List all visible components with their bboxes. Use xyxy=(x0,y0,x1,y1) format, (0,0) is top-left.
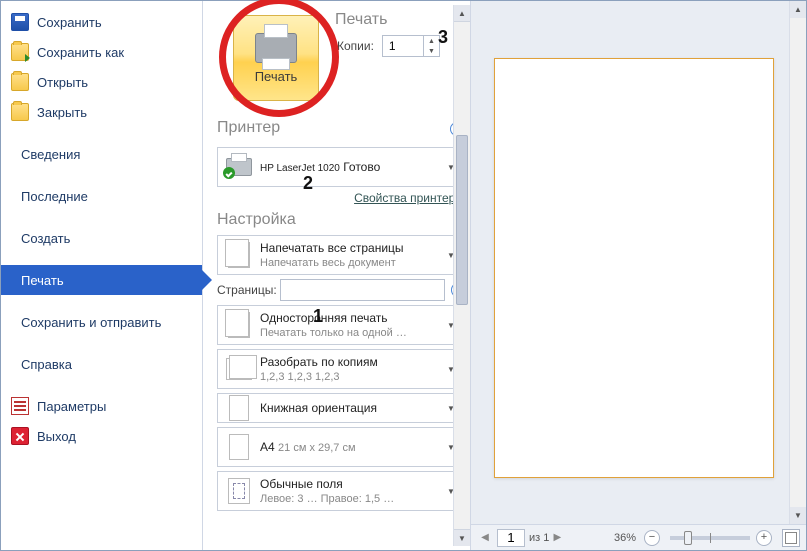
copies-row: Копии: ▲ ▼ xyxy=(337,35,464,57)
nav-open-label: Открыть xyxy=(37,75,88,90)
printer-properties-link[interactable]: Свойства принтера xyxy=(217,191,462,205)
paper-size-dropdown[interactable]: A4 21 см x 29,7 см ▼ xyxy=(217,427,464,467)
open-icon xyxy=(11,73,29,91)
preview-scrollbar[interactable]: ▲ ▼ xyxy=(789,1,806,524)
margins-dropdown[interactable]: Обычные поля Левое: 3 … Правое: 1,5 … ▼ xyxy=(217,471,464,511)
nav-save-as-label: Сохранить как xyxy=(37,45,124,60)
nav-save[interactable]: Сохранить xyxy=(1,7,202,37)
scroll-up-icon[interactable]: ▲ xyxy=(790,1,806,18)
collate-sub: 1,2,3 1,2,3 1,2,3 xyxy=(260,371,340,383)
settings-header: Настройка xyxy=(217,211,464,229)
settings-scrollbar[interactable]: ▲ ▼ xyxy=(453,5,470,546)
copies-up-icon[interactable]: ▲ xyxy=(424,36,439,46)
page-number-input[interactable] xyxy=(497,529,525,547)
copies-spinner[interactable]: ▲ ▼ xyxy=(382,35,440,57)
nav-save-as[interactable]: Сохранить как xyxy=(1,37,202,67)
zoom-label: 36% xyxy=(614,532,636,544)
orientation-dropdown[interactable]: Книжная ориентация ▼ xyxy=(217,393,464,423)
print-button[interactable]: Печать xyxy=(233,15,319,101)
preview-panel: ▲ ▼ ◀ из 1 ▶ 36% − + xyxy=(471,1,806,550)
slider-knob[interactable] xyxy=(684,531,692,545)
printer-icon xyxy=(255,33,297,63)
pages-label: Страницы: xyxy=(217,283,280,297)
next-page-icon[interactable]: ▶ xyxy=(549,530,565,546)
print-range-dropdown[interactable]: Напечатать все страницы Напечатать весь … xyxy=(217,235,464,275)
fit-to-window-button[interactable] xyxy=(782,529,800,547)
printer-name: HP LaserJet 1020 xyxy=(260,163,340,174)
margins-title: Обычные поля xyxy=(260,477,343,491)
collate-dropdown[interactable]: Разобрать по копиям 1,2,3 1,2,3 1,2,3 ▼ xyxy=(217,349,464,389)
printer-header: Принтер xyxy=(217,119,280,137)
nav-open[interactable]: Открыть xyxy=(1,67,202,97)
page-icon xyxy=(224,310,254,340)
close-icon xyxy=(11,103,29,121)
nav-info[interactable]: Сведения xyxy=(1,139,202,169)
print-range-sub: Напечатать весь документ xyxy=(260,257,396,269)
printer-dropdown[interactable]: HP LaserJet 1020 Готово ▼ xyxy=(217,147,464,187)
nav-options[interactable]: Параметры xyxy=(1,391,202,421)
nav-new[interactable]: Создать xyxy=(1,223,202,253)
sides-dropdown[interactable]: Односторонняя печать Печатать только на … xyxy=(217,305,464,345)
copies-label: Копии: xyxy=(337,39,374,53)
copies-input[interactable] xyxy=(383,36,423,56)
printer-status-icon xyxy=(224,152,254,182)
pages-icon xyxy=(224,240,254,270)
collate-icon xyxy=(224,354,254,384)
nav-exit[interactable]: Выход xyxy=(1,421,202,451)
page-of-label: из 1 xyxy=(529,532,549,544)
save-as-icon xyxy=(11,43,29,61)
pages-input[interactable] xyxy=(280,279,445,301)
left-nav: Сохранить Сохранить как Открыть Закрыть … xyxy=(1,1,203,550)
collate-title: Разобрать по копиям xyxy=(260,355,378,369)
nav-options-label: Параметры xyxy=(37,399,106,414)
print-button-label: Печать xyxy=(255,69,298,84)
backstage-root: Сохранить Сохранить как Открыть Закрыть … xyxy=(0,0,807,551)
zoom-in-button[interactable]: + xyxy=(756,530,772,546)
nav-close-label: Закрыть xyxy=(37,105,87,120)
orientation-icon xyxy=(224,393,254,423)
orientation-title: Книжная ориентация xyxy=(260,401,377,415)
preview-canvas xyxy=(471,1,806,524)
zoom-slider[interactable] xyxy=(670,536,750,540)
scroll-down-icon[interactable]: ▼ xyxy=(454,529,470,546)
slider-tick xyxy=(710,533,711,543)
prev-page-icon[interactable]: ◀ xyxy=(477,530,493,546)
nav-exit-label: Выход xyxy=(37,429,76,444)
paper-sub: 21 см x 29,7 см xyxy=(278,442,356,454)
print-range-title: Напечатать все страницы xyxy=(260,241,404,255)
save-icon xyxy=(11,13,29,31)
print-header: Печать xyxy=(335,11,464,29)
sides-sub: Печатать только на одной … xyxy=(260,327,407,339)
paper-title: A4 xyxy=(260,440,275,454)
sides-title: Односторонняя печать xyxy=(260,311,388,325)
pages-row: Страницы: i xyxy=(217,279,464,301)
page-preview xyxy=(494,58,774,478)
print-settings-panel: Печать Печать Копии: ▲ ▼ 3 Принтер i xyxy=(203,1,471,550)
printer-state: Готово xyxy=(343,160,380,174)
nav-save-send[interactable]: Сохранить и отправить xyxy=(1,307,202,337)
scroll-up-icon[interactable]: ▲ xyxy=(454,5,470,22)
scroll-thumb[interactable] xyxy=(456,135,468,305)
options-icon xyxy=(11,397,29,415)
margins-sub: Левое: 3 … Правое: 1,5 … xyxy=(260,493,394,505)
nav-print[interactable]: Печать xyxy=(1,265,202,295)
copies-down-icon[interactable]: ▼ xyxy=(424,46,439,56)
margins-icon xyxy=(224,476,254,506)
exit-icon xyxy=(11,427,29,445)
nav-recent[interactable]: Последние xyxy=(1,181,202,211)
preview-statusbar: ◀ из 1 ▶ 36% − + xyxy=(471,524,806,550)
nav-save-label: Сохранить xyxy=(37,15,102,30)
paper-icon xyxy=(224,432,254,462)
zoom-out-button[interactable]: − xyxy=(644,530,660,546)
nav-close[interactable]: Закрыть xyxy=(1,97,202,127)
nav-help[interactable]: Справка xyxy=(1,349,202,379)
scroll-down-icon[interactable]: ▼ xyxy=(790,507,806,524)
